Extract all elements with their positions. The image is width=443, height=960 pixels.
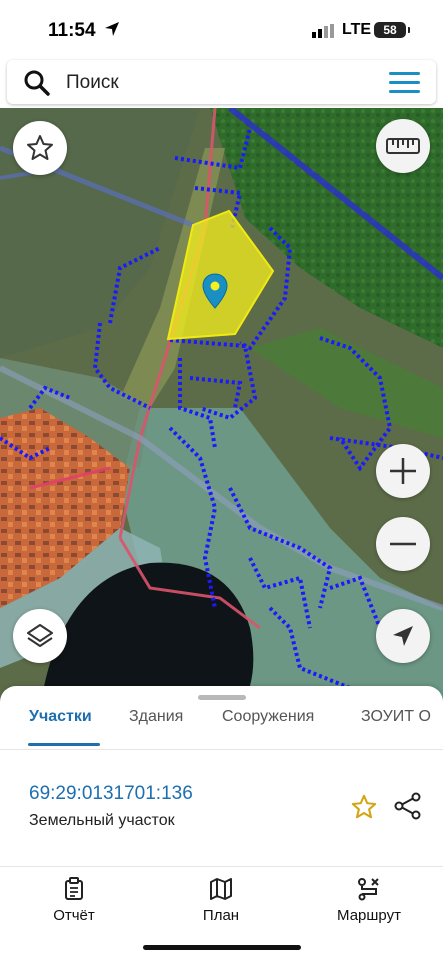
navigation-arrow-icon xyxy=(393,626,413,646)
divider xyxy=(0,749,443,750)
signal-icon xyxy=(312,24,334,38)
search-input[interactable]: Поиск xyxy=(66,72,119,94)
share-icon[interactable] xyxy=(393,791,423,821)
tab-zouit[interactable]: ЗОУИТ О xyxy=(361,708,431,726)
home-indicator[interactable] xyxy=(143,945,301,950)
zoom-out-button[interactable] xyxy=(376,517,430,571)
tab-buildings[interactable]: Здания xyxy=(129,708,183,726)
nav-route-label: Маршрут xyxy=(337,907,401,924)
favorite-star-icon[interactable] xyxy=(350,793,378,821)
route-icon xyxy=(358,878,379,901)
locate-button[interactable] xyxy=(376,609,430,663)
parcel-type: Земельный участок xyxy=(29,812,175,829)
plus-icon xyxy=(390,458,416,484)
nav-report[interactable]: Отчёт xyxy=(24,877,124,925)
sheet-drag-handle[interactable] xyxy=(198,695,246,700)
search-icon xyxy=(24,70,50,96)
status-time: 11:54 xyxy=(48,20,96,41)
search-bar[interactable]: Поиск xyxy=(7,60,436,104)
tab-structures[interactable]: Сооружения xyxy=(222,708,314,726)
layers-button[interactable] xyxy=(13,609,67,663)
location-arrow-icon xyxy=(105,22,119,36)
zoom-in-button[interactable] xyxy=(376,444,430,498)
layers-icon xyxy=(27,624,53,647)
object-tabs: Участки Здания Сооружения ЗОУИТ О xyxy=(0,707,443,749)
nav-route[interactable]: Маршрут xyxy=(319,877,419,925)
favorite-button[interactable] xyxy=(13,121,67,175)
map-icon xyxy=(210,878,232,900)
nav-plan[interactable]: План xyxy=(171,877,271,925)
map-view[interactable] xyxy=(0,108,443,708)
nav-plan-label: План xyxy=(202,907,240,924)
menu-icon[interactable] xyxy=(389,72,420,93)
status-bar: 11:54 LTE 58 xyxy=(0,0,443,58)
network-type: LTE xyxy=(342,21,372,38)
parcel-cadastral-number[interactable]: 69:29:0131701:136 xyxy=(29,783,193,805)
bottom-sheet[interactable]: Участки Здания Сооружения ЗОУИТ О 69:29:… xyxy=(0,686,443,866)
minus-icon xyxy=(390,542,416,546)
nav-report-label: Отчёт xyxy=(53,907,95,924)
ruler-icon xyxy=(386,138,420,154)
battery-icon: 58 xyxy=(374,22,410,38)
satellite-map[interactable] xyxy=(0,108,443,708)
ruler-button[interactable] xyxy=(376,119,430,173)
tab-parcels[interactable]: Участки xyxy=(29,708,92,726)
active-tab-indicator xyxy=(28,743,100,746)
report-icon xyxy=(65,877,83,900)
star-outline-icon xyxy=(27,135,53,160)
parcel-pin-icon[interactable] xyxy=(202,273,228,309)
